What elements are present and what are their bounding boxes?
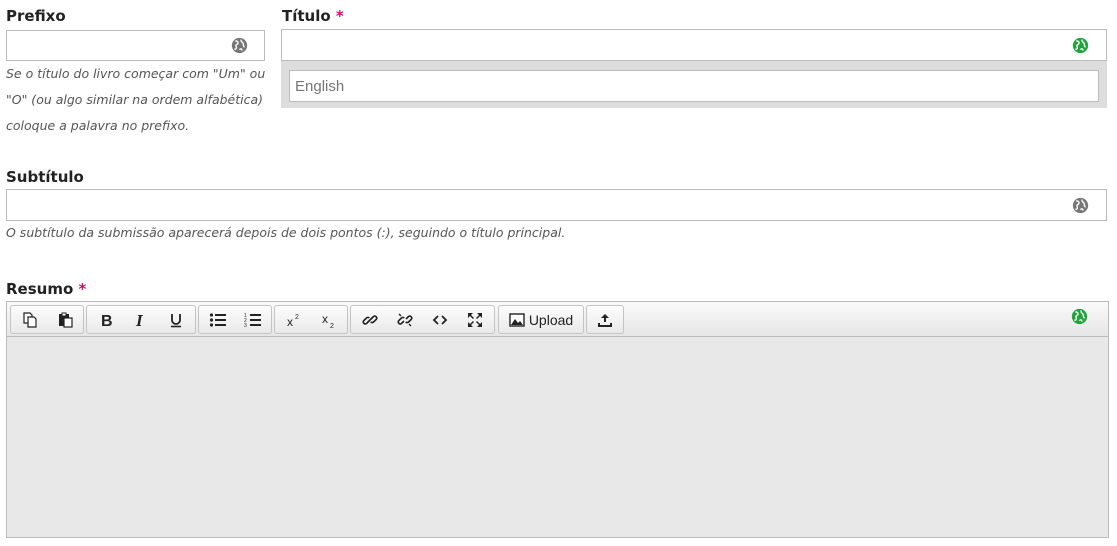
- link-button[interactable]: [353, 306, 387, 333]
- bullet-list-icon: [209, 312, 226, 327]
- required-mark: *: [335, 7, 344, 25]
- svg-text:x: x: [322, 312, 328, 326]
- underline-button[interactable]: [159, 306, 193, 333]
- code-icon: [432, 314, 448, 325]
- globe-icon[interactable]: [1072, 197, 1089, 214]
- required-mark: *: [78, 280, 87, 298]
- numbered-list-icon: 1 2 3: [244, 313, 261, 328]
- unlink-button[interactable]: [388, 306, 422, 333]
- fullscreen-icon: [468, 312, 482, 327]
- svg-text:B: B: [101, 313, 113, 328]
- toolbar-group-script: x 2 x 2: [274, 305, 348, 334]
- subtitle-help: O subtítulo da submissão aparecerá depoi…: [6, 225, 566, 240]
- globe-icon[interactable]: [1071, 308, 1088, 325]
- title-english-input[interactable]: [289, 70, 1099, 102]
- underline-icon: [171, 313, 181, 327]
- subscript-icon: x 2: [322, 312, 334, 328]
- svg-text:x: x: [287, 315, 293, 328]
- paste-button[interactable]: [48, 306, 82, 333]
- globe-icon[interactable]: [231, 37, 248, 54]
- subscript-button[interactable]: x 2: [312, 306, 346, 333]
- prefix-help: Se o título do livro começar com "Um" ou…: [6, 66, 266, 133]
- image-upload-button[interactable]: Upload: [501, 306, 581, 333]
- bold-icon: B: [101, 313, 113, 328]
- abstract-editor[interactable]: B I 1 2 3 x 2 x 2 Upload: [6, 301, 1109, 538]
- prefix-label: Prefixo: [6, 7, 66, 25]
- subtitle-input[interactable]: [6, 189, 1107, 221]
- editor-content-area[interactable]: [7, 337, 1108, 537]
- svg-text:3: 3: [244, 323, 247, 328]
- toolbar-group-clipboard: [10, 305, 84, 334]
- bold-button[interactable]: B: [89, 306, 123, 333]
- title-input[interactable]: [281, 29, 1107, 61]
- upload-file-button[interactable]: [589, 306, 621, 333]
- copy-button[interactable]: [13, 306, 47, 333]
- prefix-input[interactable]: [6, 30, 265, 61]
- fullscreen-button[interactable]: [458, 306, 492, 333]
- svg-text:I: I: [135, 312, 144, 328]
- toolbar-group-file: [586, 305, 624, 334]
- code-button[interactable]: [423, 306, 457, 333]
- title-label: Título *: [282, 7, 344, 25]
- toolbar-group-format: B I: [86, 305, 196, 334]
- italic-button[interactable]: I: [124, 306, 158, 333]
- image-icon: [509, 312, 525, 327]
- bullet-list-button[interactable]: [201, 306, 235, 333]
- upload-label: Upload: [528, 311, 574, 328]
- globe-icon[interactable]: [1072, 37, 1089, 54]
- paste-icon: [59, 312, 73, 328]
- toolbar-group-image: Upload: [498, 305, 584, 334]
- numbered-list-button[interactable]: 1 2 3: [236, 306, 270, 333]
- link-icon: [362, 314, 378, 325]
- svg-text:2: 2: [330, 323, 334, 328]
- superscript-icon: x 2: [287, 314, 299, 328]
- toolbar-group-insert: [350, 305, 495, 334]
- copy-icon: [23, 311, 37, 328]
- abstract-label: Resumo *: [6, 280, 87, 298]
- unlink-icon: [397, 313, 413, 326]
- superscript-button[interactable]: x 2: [277, 306, 311, 333]
- italic-icon: I: [135, 312, 144, 328]
- upload-icon: [598, 313, 612, 327]
- editor-toolbar: B I 1 2 3 x 2 x 2 Upload: [7, 302, 1108, 337]
- toolbar-group-lists: 1 2 3: [198, 305, 272, 334]
- subtitle-label: Subtítulo: [6, 168, 84, 186]
- title-language-panel: [281, 61, 1107, 108]
- svg-text:2: 2: [295, 314, 299, 321]
